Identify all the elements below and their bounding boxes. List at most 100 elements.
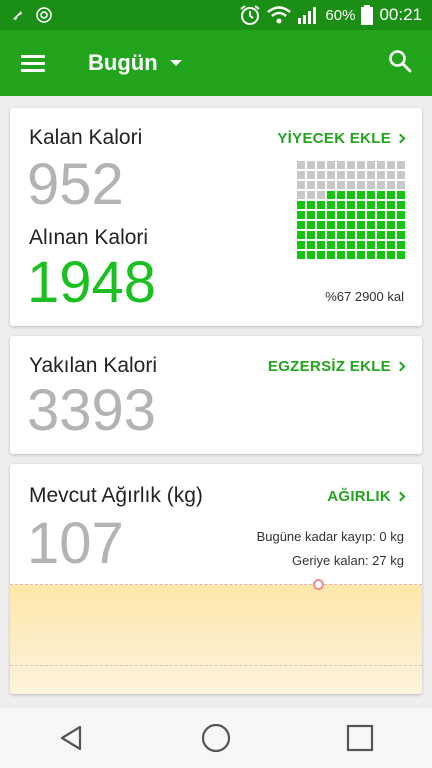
progress-cell	[317, 221, 325, 229]
chevron-right-icon	[395, 361, 406, 372]
weight-chart	[10, 579, 422, 694]
progress-cell	[337, 181, 345, 189]
date-selector[interactable]: Bugün	[88, 50, 182, 76]
app-bar: Bugün	[0, 30, 432, 96]
progress-cell	[377, 181, 385, 189]
status-bar: 60% 00:21	[0, 0, 432, 30]
progress-cell	[357, 221, 365, 229]
progress-cell	[377, 201, 385, 209]
weight-card: Mevcut Ağırlık (kg) 107 AĞIRLIK Bugüne k…	[10, 464, 422, 694]
progress-cell	[357, 191, 365, 199]
progress-cell	[377, 211, 385, 219]
progress-cell	[297, 251, 305, 259]
progress-cell	[317, 211, 325, 219]
add-exercise-label: EGZERSİZ EKLE	[267, 358, 391, 375]
chart-gridline	[10, 665, 422, 666]
progress-cell	[327, 251, 335, 259]
progress-cell	[297, 161, 305, 169]
vpn-icon	[36, 7, 52, 23]
progress-cell	[317, 161, 325, 169]
home-icon[interactable]	[186, 708, 246, 768]
progress-cell	[307, 231, 315, 239]
progress-cell	[357, 241, 365, 249]
progress-cell	[327, 211, 335, 219]
weight-button[interactable]: AĞIRLIK	[327, 488, 406, 505]
progress-cell	[327, 231, 335, 239]
progress-cell	[317, 201, 325, 209]
weight-action-label: AĞIRLIK	[327, 488, 391, 505]
wifi-icon	[267, 6, 292, 24]
progress-cell	[317, 171, 325, 179]
progress-cell	[397, 191, 405, 199]
search-icon[interactable]	[388, 49, 412, 78]
progress-cell	[297, 191, 305, 199]
clock: 00:21	[379, 5, 422, 24]
progress-cell	[367, 221, 375, 229]
progress-cell	[297, 171, 305, 179]
progress-cell	[377, 161, 385, 169]
progress-cell	[377, 221, 385, 229]
progress-cell	[397, 171, 405, 179]
progress-cell	[317, 231, 325, 239]
progress-cell	[387, 171, 395, 179]
current-weight-value: 107	[27, 511, 124, 576]
progress-cell	[367, 171, 375, 179]
menu-icon[interactable]	[21, 51, 45, 76]
progress-cell	[377, 241, 385, 249]
progress-cell	[317, 181, 325, 189]
progress-cell	[337, 221, 345, 229]
progress-cell	[397, 231, 405, 239]
progress-cell	[397, 181, 405, 189]
progress-cell	[357, 211, 365, 219]
progress-cell	[307, 171, 315, 179]
progress-cell	[367, 231, 375, 239]
battery-icon	[361, 5, 374, 25]
progress-cell	[367, 251, 375, 259]
progress-cell	[347, 221, 355, 229]
weight-chart-point[interactable]	[313, 579, 324, 590]
progress-cell	[367, 191, 375, 199]
progress-cell	[357, 201, 365, 209]
progress-cell	[387, 161, 395, 169]
progress-cell	[347, 201, 355, 209]
progress-cell	[307, 161, 315, 169]
progress-cell	[297, 241, 305, 249]
calorie-progress-grid	[297, 161, 405, 259]
recents-icon[interactable]	[330, 708, 390, 768]
progress-cell	[387, 231, 395, 239]
progress-cell	[337, 191, 345, 199]
progress-cell	[297, 201, 305, 209]
progress-cell	[327, 201, 335, 209]
progress-cell	[357, 231, 365, 239]
progress-cell	[367, 201, 375, 209]
back-icon[interactable]	[42, 708, 102, 768]
alarm-icon	[240, 5, 261, 25]
calorie-progress-text: %67 2900 kal	[325, 289, 404, 304]
progress-cell	[347, 181, 355, 189]
progress-cell	[367, 211, 375, 219]
progress-cell	[347, 171, 355, 179]
progress-cell	[387, 251, 395, 259]
progress-cell	[337, 171, 345, 179]
progress-cell	[307, 191, 315, 199]
progress-cell	[347, 191, 355, 199]
burned-calories-card: Yakılan Kalori 3393 EGZERSİZ EKLE	[10, 336, 422, 454]
progress-cell	[357, 171, 365, 179]
progress-cell	[337, 231, 345, 239]
remaining-calories-value: 952	[27, 152, 124, 217]
progress-cell	[377, 191, 385, 199]
progress-cell	[337, 251, 345, 259]
progress-cell	[347, 231, 355, 239]
progress-cell	[377, 251, 385, 259]
progress-cell	[297, 221, 305, 229]
weight-remaining-text: Geriye kalan: 27 kg	[291, 553, 404, 568]
progress-cell	[397, 201, 405, 209]
add-food-button[interactable]: YİYECEK EKLE	[277, 130, 406, 147]
progress-cell	[327, 241, 335, 249]
add-exercise-button[interactable]: EGZERSİZ EKLE	[267, 358, 406, 375]
add-food-label: YİYECEK EKLE	[277, 130, 391, 147]
progress-cell	[367, 241, 375, 249]
progress-cell	[387, 241, 395, 249]
progress-cell	[377, 171, 385, 179]
progress-cell	[367, 161, 375, 169]
